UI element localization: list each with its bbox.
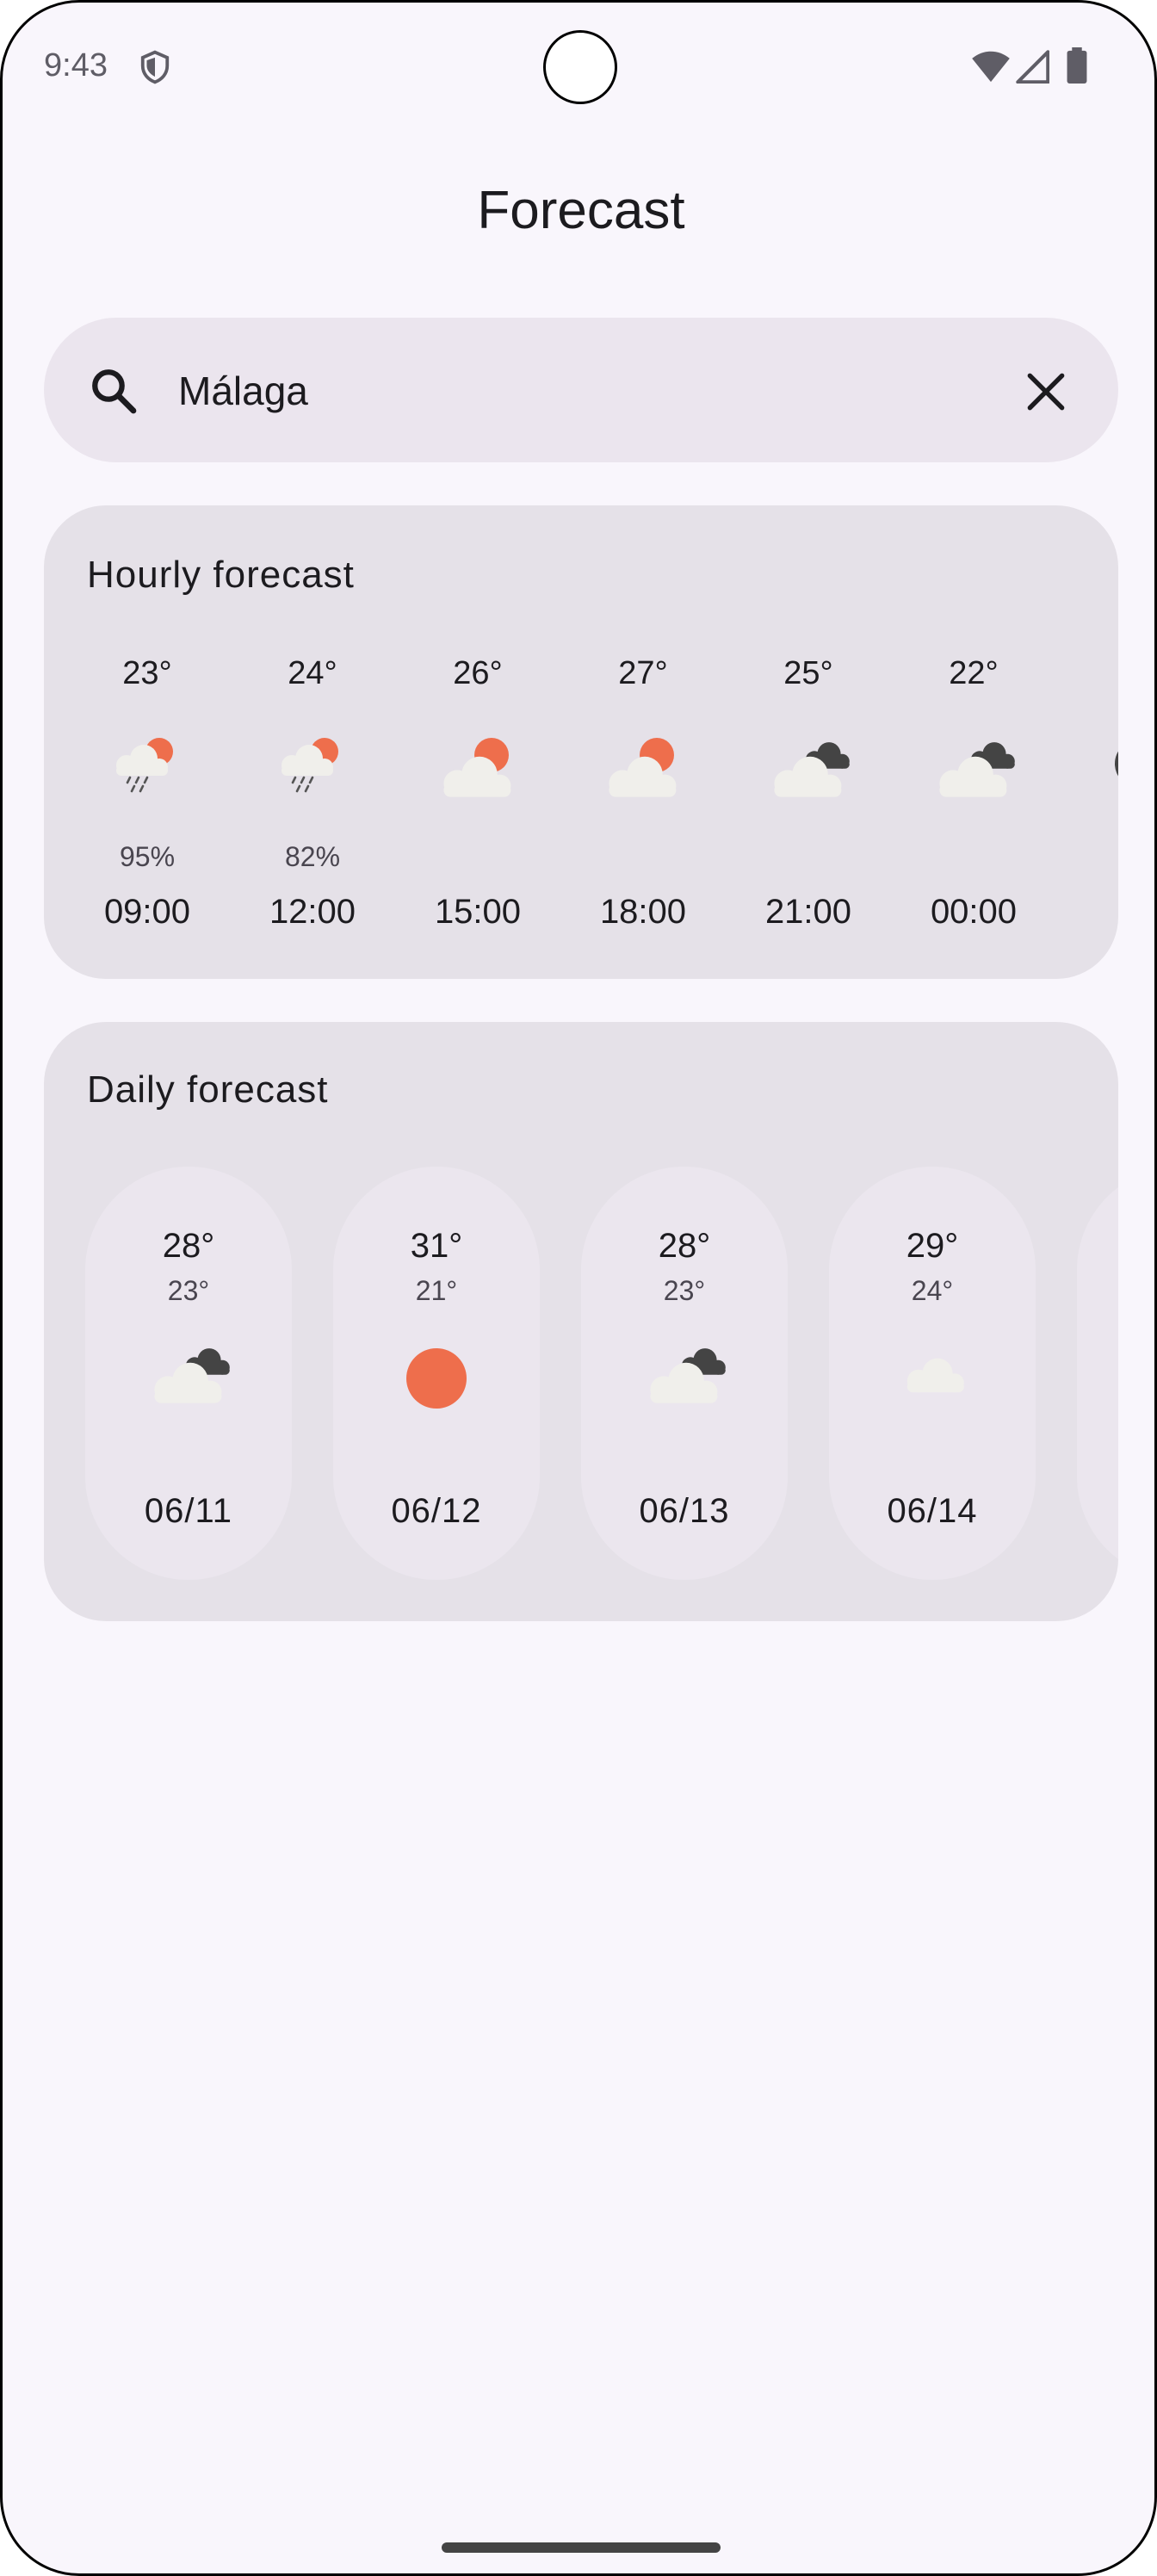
daily-high-temperature: 28° (658, 1227, 711, 1265)
partly-cloudy-night-icon (931, 729, 1017, 798)
daily-high-temperature: 31° (410, 1227, 463, 1265)
hourly-temperature: 2 (1056, 655, 1118, 692)
hourly-time: 18:00 (599, 893, 687, 931)
daily-date: 06/12 (391, 1492, 482, 1530)
hourly-precipitation: 95% (119, 841, 176, 872)
signal-icon (1016, 50, 1049, 84)
partly-sunny-icon (435, 729, 521, 798)
daily-high-temperature: 28° (162, 1227, 215, 1265)
rain-sun-icon (269, 729, 356, 798)
hourly-time: 03 (1056, 893, 1118, 932)
hourly-forecast-card[interactable]: Hourly forecast 23° 95% 09:00 24° 82% 12:00 26… (44, 505, 1118, 979)
daily-item[interactable]: 28° 23° 06/11 (85, 1167, 292, 1580)
hourly-time: 00:00 (930, 893, 1018, 931)
daily-low-temperature: 21° (415, 1275, 458, 1306)
battery-icon (1067, 47, 1087, 84)
hourly-time: 09:00 (103, 893, 191, 931)
hourly-item[interactable]: 23° 95% 09:00 (65, 505, 230, 979)
hourly-temperature: 24° (288, 655, 337, 691)
wifi-icon (972, 51, 1010, 83)
daily-low-temperature: 23° (167, 1275, 210, 1306)
hourly-temperature: 25° (783, 655, 833, 691)
daily-date: 06/14 (887, 1492, 978, 1530)
hourly-item[interactable]: 26° 15:00 (395, 505, 560, 979)
sun-icon (393, 1335, 480, 1421)
hourly-item[interactable]: 2 03 (1056, 505, 1118, 979)
partly-cloudy-night-icon (145, 1335, 232, 1421)
page-title: Forecast (477, 181, 685, 240)
hourly-temperature: 27° (618, 655, 668, 691)
hourly-time: 21:00 (764, 893, 852, 931)
daily-low-temperature: 23° (663, 1275, 706, 1306)
partly-sunny-icon (600, 729, 686, 798)
daily-item[interactable]: 29° 24° 06/14 (829, 1167, 1036, 1580)
hourly-precipitation: 82% (284, 841, 341, 872)
rain-sun-icon (104, 729, 190, 798)
daily-low-temperature: 24° (911, 1275, 954, 1306)
daily-item-partial[interactable] (1077, 1167, 1118, 1580)
daily-high-temperature: 29° (906, 1227, 959, 1265)
daily-item[interactable]: 28° 23° 06/13 (581, 1167, 788, 1580)
hourly-item[interactable]: 22° 00:00 (891, 505, 1056, 979)
daily-forecast-card[interactable]: Daily forecast 28° 23° 06/11 31° 21° 06/12 28°… (44, 1022, 1118, 1621)
partly-cloudy-night-icon (641, 1335, 727, 1421)
hourly-item[interactable]: 24° 82% 12:00 (230, 505, 395, 979)
search-input[interactable] (178, 362, 953, 419)
close-icon[interactable] (1022, 368, 1070, 416)
hourly-time: 15:00 (434, 893, 522, 931)
phone-screen: 9:43 Forecast Hourly forecast 23°95%09:0… (0, 0, 1157, 2576)
moon-icon (1096, 729, 1118, 798)
partly-cloudy-night-icon (765, 729, 851, 798)
camera-cutout (543, 30, 617, 104)
shield-icon (140, 50, 170, 84)
hourly-temperature: 26° (453, 655, 503, 691)
status-time: 9:43 (44, 47, 108, 84)
cloud-icon (889, 1335, 975, 1421)
daily-date: 06/13 (639, 1492, 730, 1530)
hourly-time: 12:00 (269, 893, 356, 931)
hourly-item[interactable]: 27° 18:00 (560, 505, 726, 979)
hourly-item[interactable]: 25° 21:00 (726, 505, 891, 979)
hourly-temperature: 22° (949, 655, 999, 691)
navigation-handle[interactable] (442, 2542, 721, 2553)
search-icon[interactable] (89, 366, 139, 416)
daily-date: 06/11 (144, 1492, 233, 1530)
hourly-temperature: 23° (122, 655, 172, 691)
daily-item[interactable]: 31° 21° 06/12 (333, 1167, 540, 1580)
daily-forecast-title: Daily forecast (87, 1068, 329, 1111)
